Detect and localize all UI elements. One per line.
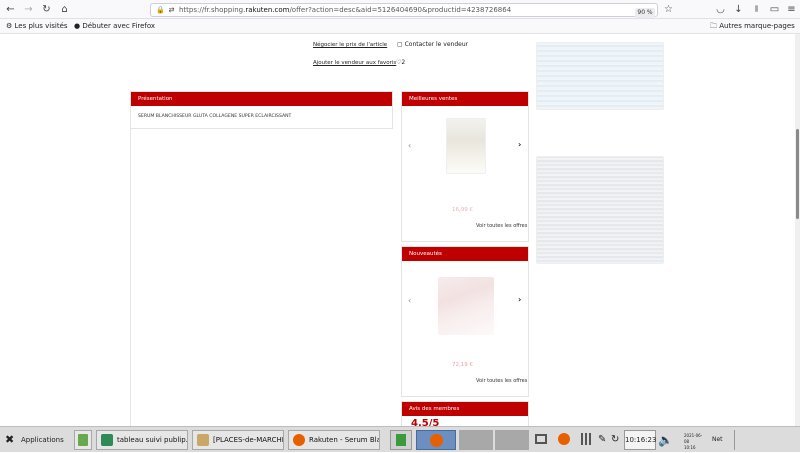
- add-seller-favorites-link[interactable]: Ajouter le vendeur aux favoris: [313, 60, 396, 66]
- workspace-3[interactable]: [459, 430, 493, 450]
- other-bookmarks[interactable]: 🗀 Autres marque-pages: [710, 22, 795, 33]
- new-carousel-next-icon[interactable]: ›: [518, 295, 521, 304]
- new-carousel-prev-icon[interactable]: ‹: [408, 296, 411, 305]
- presentation-panel: Présentation SERUM BLANCHISSEUR GLUTA CO…: [130, 91, 393, 129]
- carousel-prev-icon[interactable]: ‹: [408, 141, 411, 150]
- new-product-price: 72,19 €: [452, 362, 473, 368]
- menu-icon[interactable]: ≡: [785, 3, 798, 16]
- clock[interactable]: 10:16:23: [624, 430, 656, 450]
- date-display: 2021-06-08 10:16: [684, 433, 703, 450]
- firefox-icon: [293, 434, 305, 446]
- url-bar[interactable]: 🔒 ⇄ https://fr.shopping.rakuten.com/offe…: [150, 3, 658, 18]
- taskbar-separator: [734, 430, 735, 450]
- applications-icon: ✖: [5, 433, 15, 446]
- spreadsheet-icon: [78, 434, 88, 446]
- bookmarks-bar: ⚙ Les plus visités ● Débuter avec Firefo…: [0, 19, 800, 34]
- library-icon[interactable]: ⫼: [750, 3, 763, 16]
- back-icon[interactable]: ←: [4, 3, 17, 16]
- workspace-firefox[interactable]: [416, 430, 456, 450]
- calc-launcher-icon: [396, 434, 406, 446]
- workspace-calc[interactable]: [390, 430, 412, 450]
- scroll-thumb[interactable]: [796, 129, 799, 219]
- negotiate-price-link[interactable]: Négocier le prix de l'article: [313, 42, 387, 48]
- browser-toolbar: ← → ↻ ⌂ 🔒 ⇄ https://fr.shopping.rakuten.…: [0, 0, 800, 19]
- sync-icon[interactable]: ↻: [611, 430, 623, 450]
- best-sellers-header: Meilleures ventes: [402, 92, 528, 106]
- zoom-badge[interactable]: 90 %: [635, 8, 655, 18]
- contact-seller-link[interactable]: ▢ Contacter le vendeur: [397, 41, 468, 48]
- reviews-header: Avis des membres: [402, 402, 528, 416]
- forward-icon[interactable]: →: [22, 3, 35, 16]
- reload-icon[interactable]: ↻: [40, 3, 53, 16]
- best-sellers-panel: Meilleures ventes ‹ › 16,99 € Voir toute…: [401, 91, 529, 242]
- launcher-sheet[interactable]: [74, 430, 92, 450]
- bookmark-star-icon[interactable]: ☆: [662, 3, 675, 16]
- workspace-4[interactable]: [495, 430, 529, 450]
- page-scrollbar[interactable]: [795, 34, 800, 426]
- new-arrivals-header: Nouveautés: [402, 247, 528, 261]
- firefox-launcher-icon: [430, 434, 443, 447]
- new-arrivals-panel: Nouveautés ‹ › 72,19 € Voir toutes les o…: [401, 246, 529, 397]
- task-spreadsheet[interactable]: tableau suivi publip...: [96, 430, 188, 450]
- applications-menu[interactable]: ✖ Applications: [3, 430, 67, 450]
- new-see-all-link[interactable]: Voir toutes les offres: [476, 378, 527, 384]
- presentation-text: SERUM BLANCHISSEUR GLUTA COLLAGENE SUPER…: [138, 114, 292, 119]
- edit-icon[interactable]: ✎: [598, 430, 610, 450]
- page-content: Négocier le prix de l'article ▢ Contacte…: [0, 34, 795, 431]
- firefox-tray-icon[interactable]: [556, 430, 572, 450]
- favorites-count[interactable]: ♡2: [396, 59, 405, 66]
- carousel-next-icon[interactable]: ›: [518, 140, 521, 149]
- left-divider: [130, 129, 131, 426]
- presentation-header: Présentation: [131, 92, 392, 106]
- url-text: https://fr.shopping.rakuten.com/offer?ac…: [179, 6, 512, 14]
- pocket-icon[interactable]: ◡: [714, 3, 727, 16]
- bookmark-getting-started[interactable]: ● Débuter avec Firefox: [74, 22, 155, 30]
- home-icon[interactable]: ⌂: [58, 3, 71, 16]
- grid-icon[interactable]: [579, 430, 595, 450]
- chat-icon: ▢: [397, 41, 403, 48]
- best-sellers-see-all-link[interactable]: Voir toutes les offres: [476, 223, 527, 229]
- bookmark-most-visited[interactable]: ⚙ Les plus visités: [6, 22, 68, 30]
- folder-icon: [197, 434, 209, 446]
- calc-icon: [101, 434, 113, 446]
- new-product-image[interactable]: [438, 277, 494, 335]
- network-indicator[interactable]: Net: [712, 430, 728, 450]
- task-rakuten-browser[interactable]: Rakuten - Serum Bla...: [288, 430, 380, 450]
- best-seller-product-image[interactable]: [446, 118, 486, 174]
- permissions-icon[interactable]: ⇄: [165, 4, 178, 17]
- sidebar-icon[interactable]: ▭: [768, 3, 781, 16]
- task-folder[interactable]: [PLACES-de-MARCHE...: [192, 430, 284, 450]
- screen-icon[interactable]: [533, 430, 549, 450]
- taskbar: ✖ Applications tableau suivi publip... […: [0, 426, 800, 452]
- downloads-icon[interactable]: ↓: [732, 3, 745, 16]
- volume-icon[interactable]: 🔈: [658, 430, 678, 450]
- best-seller-price: 16,99 €: [452, 207, 473, 213]
- ad-banner-top[interactable]: [536, 42, 664, 110]
- ad-banner-bottom[interactable]: [536, 156, 664, 264]
